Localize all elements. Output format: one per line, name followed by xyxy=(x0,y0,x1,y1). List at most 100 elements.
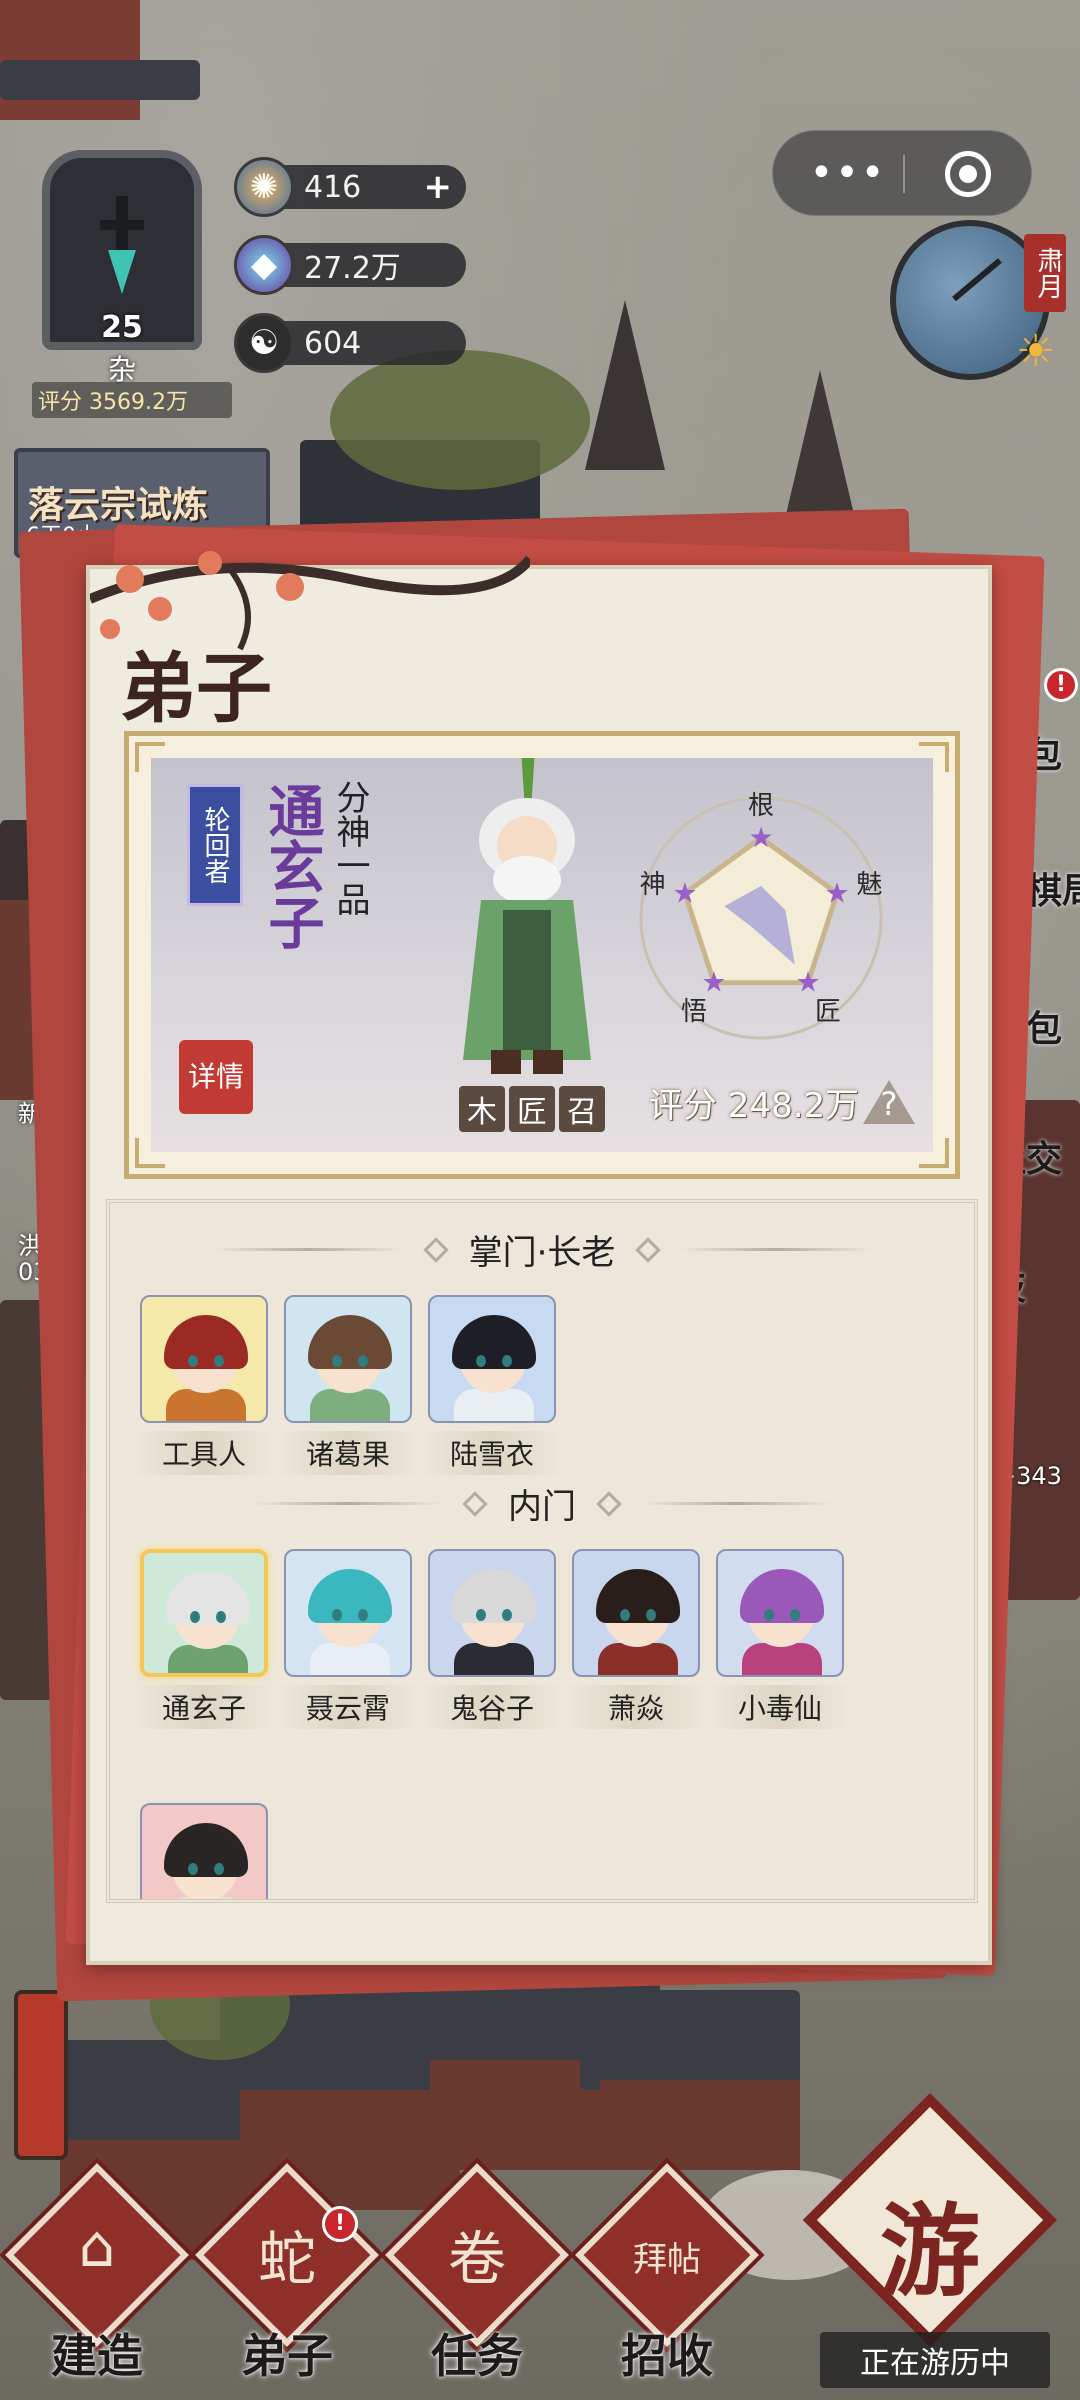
trait-badge: 召 xyxy=(559,1086,605,1132)
portrait-eye xyxy=(620,1609,630,1621)
radar-star-icon: ★ xyxy=(672,876,697,909)
disciple-portrait xyxy=(428,1295,556,1423)
portrait-hair xyxy=(452,1569,536,1623)
nav-icon: 拜帖 xyxy=(633,2240,701,2280)
alert-badge-icon: ! xyxy=(322,2206,358,2242)
more-options-button[interactable]: ••• xyxy=(810,150,885,196)
disciple-name: 工具人 xyxy=(132,1431,276,1475)
resource-spirit-stone[interactable]: ✺ 416 + xyxy=(234,157,466,217)
resource-purple-gem[interactable]: ◆ 27.2万 xyxy=(234,235,466,295)
help-button[interactable]: ? xyxy=(863,1080,915,1124)
section-title: 内门 xyxy=(508,1487,576,1527)
purple-gem-icon: ◆ xyxy=(234,235,294,295)
portrait-eye xyxy=(214,1863,224,1875)
disciple-portrait xyxy=(284,1549,412,1677)
radar-axis-label: 魅 xyxy=(856,870,882,900)
close-miniprogram-button[interactable] xyxy=(945,151,991,197)
details-button[interactable]: 详情 xyxy=(179,1040,253,1114)
divider-line xyxy=(252,1502,442,1505)
hero-portrait-area: 轮回者 通玄子 分神一品 详情 木 匠 召 ★ 根 ★ 魅 ★ 匠 ★ 悟 ★ 神 评分 248.… xyxy=(151,758,933,1152)
portrait-body xyxy=(310,1389,390,1421)
radar-axis-label: 悟 xyxy=(681,997,707,1027)
radar-axis-label: 匠 xyxy=(815,997,841,1027)
disciple-name: 萧焱 xyxy=(564,1685,708,1729)
portrait-eye xyxy=(188,1863,198,1875)
add-resource-button[interactable]: + xyxy=(424,167,453,207)
radar-star-icon: ★ xyxy=(701,966,726,999)
portrait-eye xyxy=(502,1355,512,1367)
nav-label: 弟子 xyxy=(241,2329,333,2383)
portrait-body xyxy=(310,1643,390,1675)
portrait-eye xyxy=(646,1609,656,1621)
portrait-eye xyxy=(190,1611,200,1623)
disciple-portrait xyxy=(572,1549,700,1677)
hero-rank: 分神一品 xyxy=(330,780,370,916)
portrait-hair xyxy=(740,1569,824,1623)
disciple-roster: 掌门·长老 内门 工具人诸葛果陆雪衣通玄子聂云霄鬼谷子萧焱小毒仙!之子 xyxy=(106,1199,978,1903)
section-header-elders: 掌门·长老 xyxy=(110,1225,974,1274)
nav-item[interactable]: 蛇弟子! xyxy=(192,2163,382,2400)
disciples-panel: 弟子 轮回者 通玄子 分神一品 详情 木 匠 召 ★ 根 ★ 魅 ★ 匠 ★ 悟… xyxy=(86,551,992,1965)
hero-score: 评分 248.2万 xyxy=(649,1086,860,1126)
disciple-name: 聂云霄 xyxy=(276,1685,420,1729)
portrait-body xyxy=(166,1389,246,1421)
nav-item[interactable]: 拜帖 招收 xyxy=(572,2163,762,2400)
diamond-ornament-icon xyxy=(462,1490,488,1517)
disciple-name: 鬼谷子 xyxy=(420,1685,564,1729)
section-title: 掌门·长老 xyxy=(468,1233,616,1273)
side-alert-dot: ! xyxy=(1044,668,1078,702)
portrait-eye xyxy=(790,1609,800,1621)
portrait-hair xyxy=(308,1315,392,1369)
hero-trait-badges: 木 匠 召 xyxy=(459,1086,605,1132)
portrait-body xyxy=(598,1643,678,1675)
featured-disciple-card: 轮回者 通玄子 分神一品 详情 木 匠 召 ★ 根 ★ 魅 ★ 匠 ★ 悟 ★ 神 评分 248.… xyxy=(124,731,960,1179)
portrait-hair xyxy=(164,1823,248,1877)
portrait-eye xyxy=(216,1611,226,1623)
divider-line xyxy=(681,1248,872,1251)
portrait-hair xyxy=(452,1315,536,1369)
portrait-hair xyxy=(166,1571,250,1625)
resource-yin-yang[interactable]: ☯ 604 xyxy=(234,313,466,373)
radar-axis-label: 神 xyxy=(640,870,666,900)
hero-figure xyxy=(463,758,591,1074)
disciple-name: 陆雪衣 xyxy=(420,1431,564,1475)
section-header-inner: 内门 xyxy=(110,1479,974,1528)
resource-value: 604 xyxy=(304,325,362,361)
scroll-icon[interactable] xyxy=(14,1990,68,2160)
nav-item[interactable]: 卷任务 xyxy=(382,2163,572,2400)
portrait-hair xyxy=(308,1569,392,1623)
portrait-body xyxy=(742,1643,822,1675)
disciple-portrait xyxy=(284,1295,412,1423)
portrait-eye xyxy=(332,1355,342,1367)
trait-badge: 木 xyxy=(459,1086,505,1132)
nav-item[interactable]: ⌂ 建造 xyxy=(2,2163,192,2400)
diamond-ornament-icon xyxy=(596,1490,622,1517)
radar-star-icon: ★ xyxy=(825,876,850,909)
portrait-eye xyxy=(764,1609,774,1621)
portrait-body xyxy=(454,1643,534,1675)
nav-label: 任务 xyxy=(431,2329,523,2383)
disciple-portrait xyxy=(140,1549,268,1677)
clock-hand xyxy=(952,258,1002,302)
disciple-portrait xyxy=(140,1803,268,1899)
hero-name: 通玄子 xyxy=(259,782,325,950)
disciple-portrait xyxy=(140,1295,268,1423)
travel-button[interactable]: 游 正在游历中 xyxy=(800,2092,1060,2400)
disciple-name: 小毒仙 xyxy=(708,1685,852,1729)
disciple-name: 诸葛果 xyxy=(276,1431,420,1475)
portrait-hair xyxy=(596,1569,680,1623)
sword-emblem-icon xyxy=(77,190,167,300)
travel-icon: 游 xyxy=(880,2193,980,2310)
capsule-divider xyxy=(903,155,905,193)
panel-title: 弟子 xyxy=(120,644,272,733)
player-badge[interactable]: 25 杂 评分 3569.2万 xyxy=(22,130,232,430)
season-clock[interactable]: 肃月 ☀ xyxy=(890,220,1066,380)
yin-yang-icon: ☯ xyxy=(234,313,294,373)
portrait-eye xyxy=(476,1609,486,1621)
radar-axis-label: 根 xyxy=(748,791,774,821)
portrait-hair xyxy=(164,1315,248,1369)
spirit-stone-icon: ✺ xyxy=(234,157,294,217)
alert-badge-icon: ! xyxy=(236,1899,266,1903)
portrait-eye xyxy=(214,1355,224,1367)
portrait-eye xyxy=(332,1609,342,1621)
